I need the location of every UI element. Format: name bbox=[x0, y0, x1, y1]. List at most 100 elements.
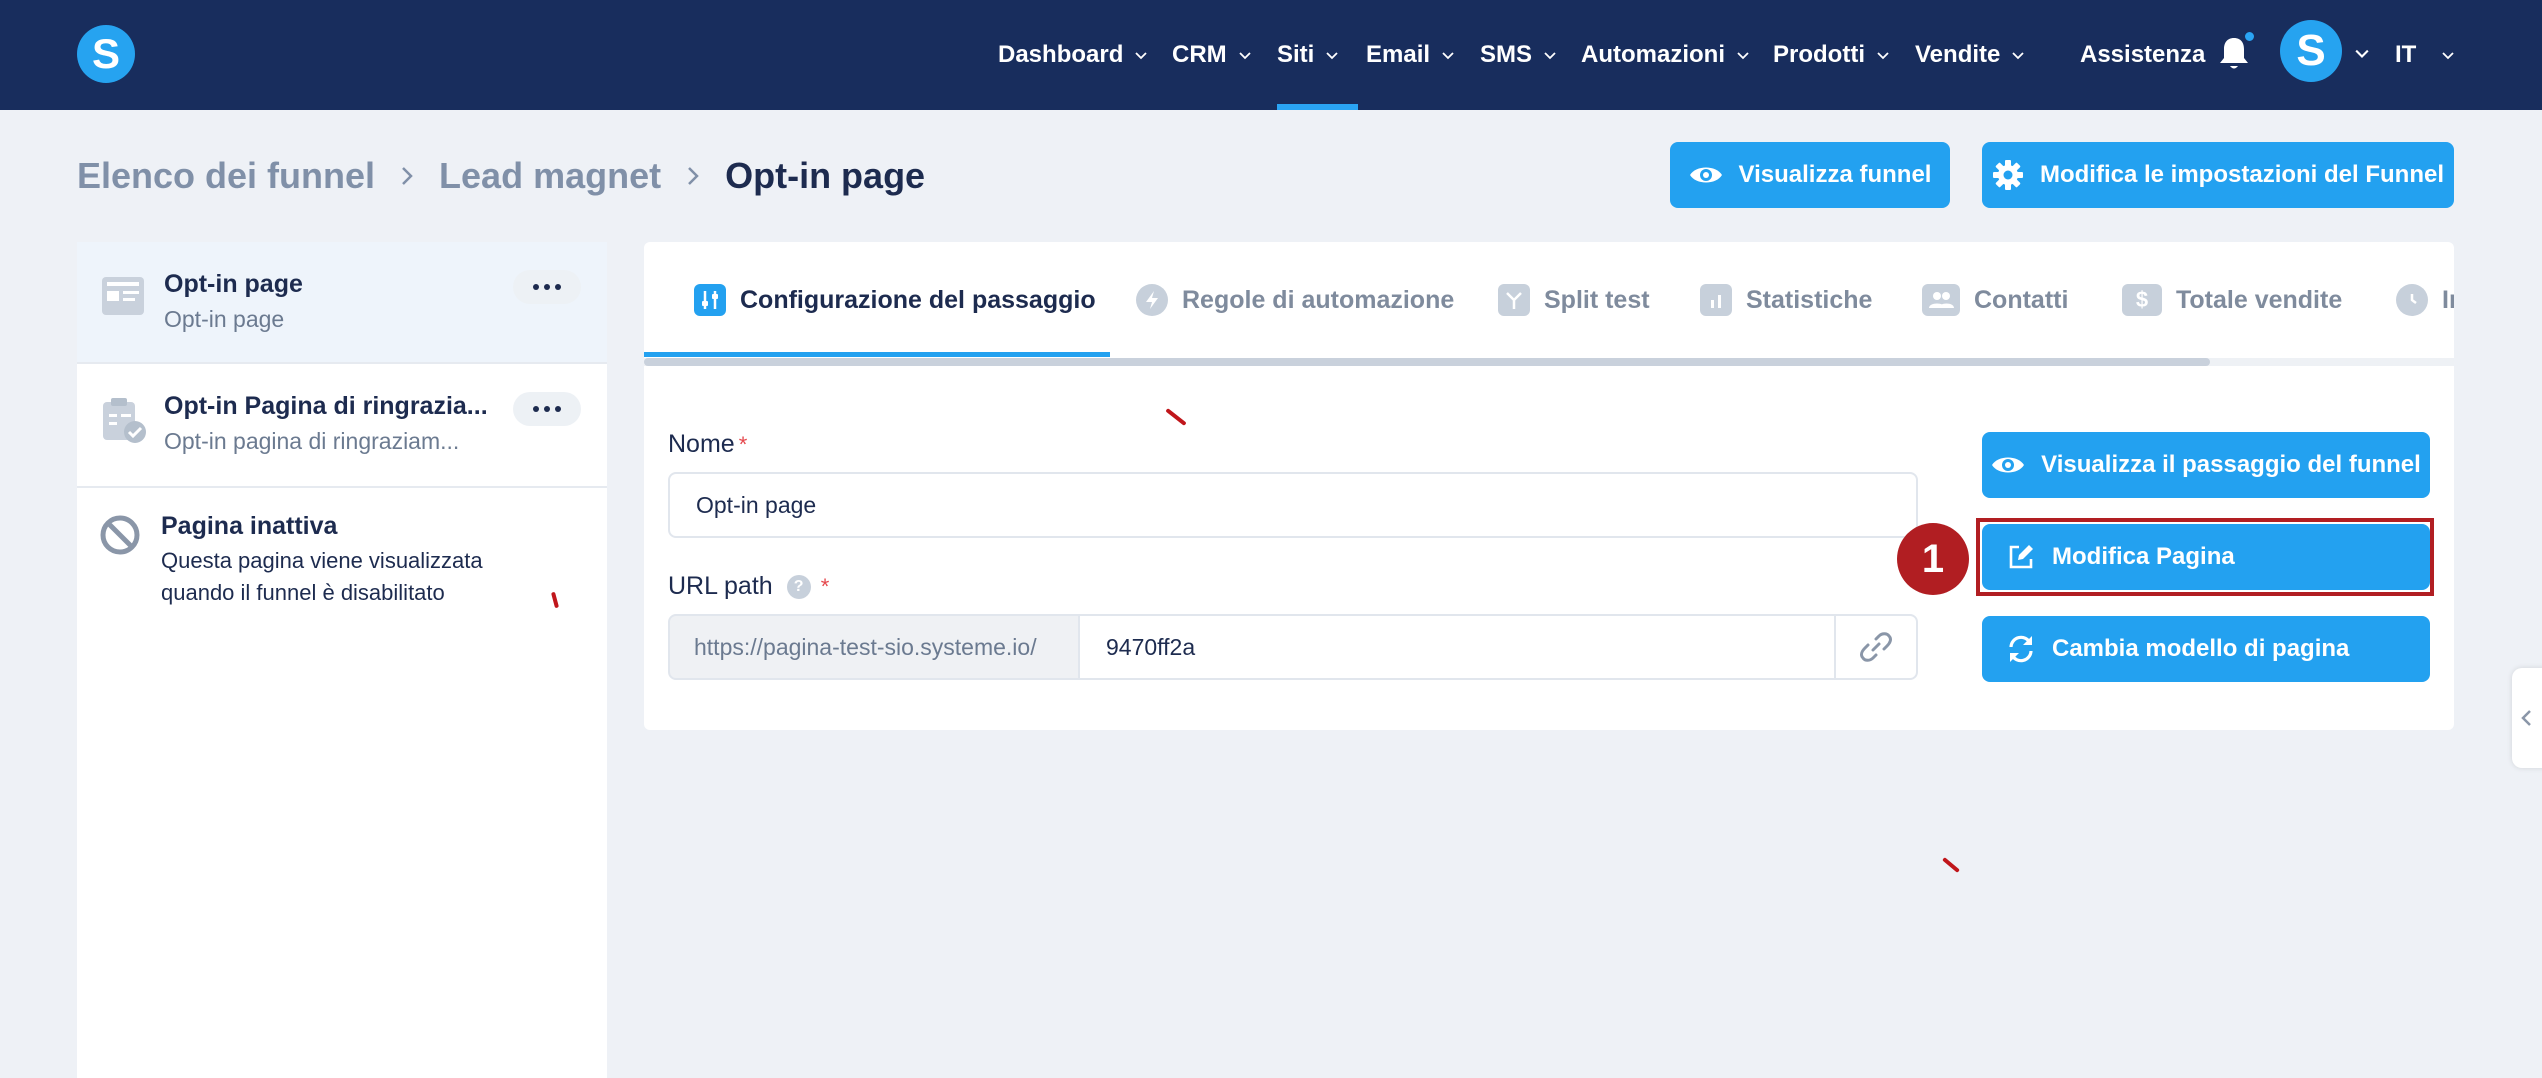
view-funnel-step-button[interactable]: Visualizza il passaggio del funnel bbox=[1982, 432, 2430, 498]
language-selector[interactable]: IT bbox=[2395, 0, 2454, 110]
tab-split-test[interactable]: Split test bbox=[1498, 242, 1650, 358]
nav-automazioni-label: Automazioni bbox=[1581, 41, 1725, 68]
nav-assistenza-label: Assistenza bbox=[2080, 41, 2206, 68]
chevron-down-icon bbox=[1239, 52, 1251, 60]
url-path-value: 9470ff2a bbox=[1106, 633, 1196, 660]
step-tabs: Configurazione del passaggio Regole di a… bbox=[644, 242, 2454, 358]
view-funnel-label: Visualizza funnel bbox=[1738, 161, 1932, 188]
chevron-right-icon bbox=[402, 167, 413, 185]
chevron-down-icon bbox=[1737, 52, 1749, 60]
step-config-card: Configurazione del passaggio Regole di a… bbox=[644, 242, 2454, 730]
step-subtitle: Opt-in page bbox=[164, 306, 285, 332]
nav-sms[interactable]: SMS bbox=[1480, 0, 1556, 110]
tab-in[interactable]: In bbox=[2396, 242, 2454, 358]
edit-funnel-settings-label: Modifica le impostazioni del Funnel bbox=[2039, 161, 2445, 188]
tab-regole[interactable]: Regole di automazione bbox=[1136, 242, 1454, 358]
refresh-icon bbox=[2009, 635, 2033, 663]
active-tab-indicator bbox=[644, 352, 1110, 357]
tab-statistiche[interactable]: Statistiche bbox=[1700, 242, 1872, 358]
tab-statistiche-label: Statistiche bbox=[1746, 285, 1873, 314]
breadcrumb-funnel-list[interactable]: Elenco dei funnel bbox=[77, 155, 375, 197]
name-label-text: Nome bbox=[668, 430, 735, 458]
inactive-page-item[interactable]: Pagina inattiva Questa pagina viene visu… bbox=[77, 488, 607, 628]
clock-icon bbox=[2396, 284, 2428, 316]
edit-funnel-settings-button[interactable]: Modifica le impostazioni del Funnel bbox=[1982, 142, 2454, 208]
chevron-down-icon bbox=[1326, 52, 1338, 60]
url-path-input[interactable]: 9470ff2a bbox=[1078, 614, 1838, 680]
change-template-button[interactable]: Cambia modello di pagina bbox=[1982, 616, 2430, 682]
nav-dashboard[interactable]: Dashboard bbox=[998, 0, 1147, 110]
nav-vendite[interactable]: Vendite bbox=[1915, 0, 2024, 110]
nav-siti-label: Siti bbox=[1277, 41, 1315, 68]
tab-regole-label: Regole di automazione bbox=[1182, 285, 1455, 314]
tab-totale-vendite-label: Totale vendite bbox=[2176, 285, 2343, 314]
click-mark bbox=[1942, 857, 1960, 873]
ban-icon bbox=[100, 515, 140, 555]
inactive-page-description-line1: Questa pagina viene visualizzata bbox=[161, 548, 483, 573]
nav-dashboard-label: Dashboard bbox=[998, 41, 1124, 68]
link-icon bbox=[1860, 632, 1892, 662]
nav-sms-label: SMS bbox=[1480, 41, 1533, 68]
chevron-left-icon bbox=[2521, 710, 2531, 726]
chevron-down-icon[interactable] bbox=[2355, 46, 2369, 60]
sliders-icon bbox=[694, 284, 726, 316]
nav-automazioni[interactable]: Automazioni bbox=[1581, 0, 1749, 110]
step-title: Opt-in Pagina di ringrazia... bbox=[164, 392, 488, 420]
url-path-label: URL path ? * bbox=[668, 572, 829, 601]
tab-in-label: In bbox=[2442, 285, 2454, 314]
tab-configurazione[interactable]: Configurazione del passaggio bbox=[694, 242, 1096, 358]
chevron-down-icon bbox=[2442, 52, 2454, 60]
language-label: IT bbox=[2395, 41, 2417, 68]
view-funnel-step-label: Visualizza il passaggio del funnel bbox=[2041, 451, 2421, 478]
url-prefix: https://pagina-test-sio.systeme.io/ bbox=[668, 614, 1080, 680]
split-icon bbox=[1498, 284, 1530, 316]
chevron-down-icon bbox=[1135, 52, 1147, 60]
name-label: Nome * bbox=[668, 430, 747, 459]
nav-crm-label: CRM bbox=[1172, 41, 1227, 68]
nav-prodotti-label: Prodotti bbox=[1773, 41, 1865, 68]
bolt-icon bbox=[1136, 284, 1168, 316]
nav-prodotti[interactable]: Prodotti bbox=[1773, 0, 1889, 110]
eye-icon bbox=[1689, 167, 1722, 183]
copy-link-button[interactable] bbox=[1834, 614, 1918, 680]
tab-contatti-label: Contatti bbox=[1974, 285, 2069, 314]
step-subtitle: Opt-in pagina di ringraziam... bbox=[164, 428, 460, 454]
nav-siti[interactable]: Siti bbox=[1277, 0, 1359, 110]
nav-email-label: Email bbox=[1366, 41, 1431, 68]
side-panel-toggle[interactable] bbox=[2512, 668, 2542, 768]
step-item[interactable]: Opt-in page Opt-in page bbox=[77, 242, 607, 364]
name-input-value: Opt-in page bbox=[696, 491, 817, 518]
users-icon bbox=[1922, 284, 1960, 316]
dollar-icon: $ bbox=[2122, 284, 2162, 316]
avatar[interactable]: S bbox=[2280, 20, 2342, 82]
nav-vendite-label: Vendite bbox=[1915, 41, 2001, 68]
tab-configurazione-label: Configurazione del passaggio bbox=[740, 285, 1096, 314]
step-item[interactable]: Opt-in Pagina di ringrazia... Opt-in pag… bbox=[77, 364, 607, 488]
help-icon[interactable]: ? bbox=[786, 574, 811, 599]
tabs-scrollbar-thumb[interactable] bbox=[644, 358, 2210, 366]
eye-icon bbox=[1992, 457, 2025, 473]
funnel-steps-panel: Opt-in page Opt-in page Opt-in Pagina di… bbox=[77, 242, 607, 1078]
url-prefix-text: https://pagina-test-sio.systeme.io/ bbox=[694, 633, 1037, 660]
chevron-down-icon bbox=[1544, 52, 1556, 60]
tab-contatti[interactable]: Contatti bbox=[1922, 242, 2068, 358]
breadcrumb-funnel[interactable]: Lead magnet bbox=[439, 155, 661, 197]
notification-dot bbox=[2243, 30, 2256, 43]
tab-totale-vendite[interactable]: $ Totale vendite bbox=[2122, 242, 2342, 358]
top-navbar: S Dashboard CRM Siti Email SMS Automazio… bbox=[0, 0, 2542, 110]
name-input[interactable]: Opt-in page bbox=[668, 472, 1918, 538]
breadcrumb: Elenco dei funnel Lead magnet Opt-in pag… bbox=[77, 150, 925, 202]
gear-icon bbox=[1992, 160, 2023, 190]
nav-assistenza[interactable]: Assistenza bbox=[2080, 0, 2205, 110]
nav-email[interactable]: Email bbox=[1366, 0, 1454, 110]
bar-chart-icon bbox=[1700, 284, 1732, 316]
inactive-page-description-line2: quando il funnel è disabilitato bbox=[161, 580, 445, 605]
step-more-button[interactable] bbox=[513, 270, 581, 304]
view-funnel-button[interactable]: Visualizza funnel bbox=[1670, 142, 1950, 208]
clipboard-check-icon bbox=[103, 398, 146, 443]
nav-crm[interactable]: CRM bbox=[1172, 0, 1251, 110]
step-title: Opt-in page bbox=[164, 270, 303, 298]
step-more-button[interactable] bbox=[513, 392, 581, 426]
breadcrumb-current-step: Opt-in page bbox=[725, 155, 926, 196]
app-logo[interactable]: S bbox=[77, 25, 135, 83]
